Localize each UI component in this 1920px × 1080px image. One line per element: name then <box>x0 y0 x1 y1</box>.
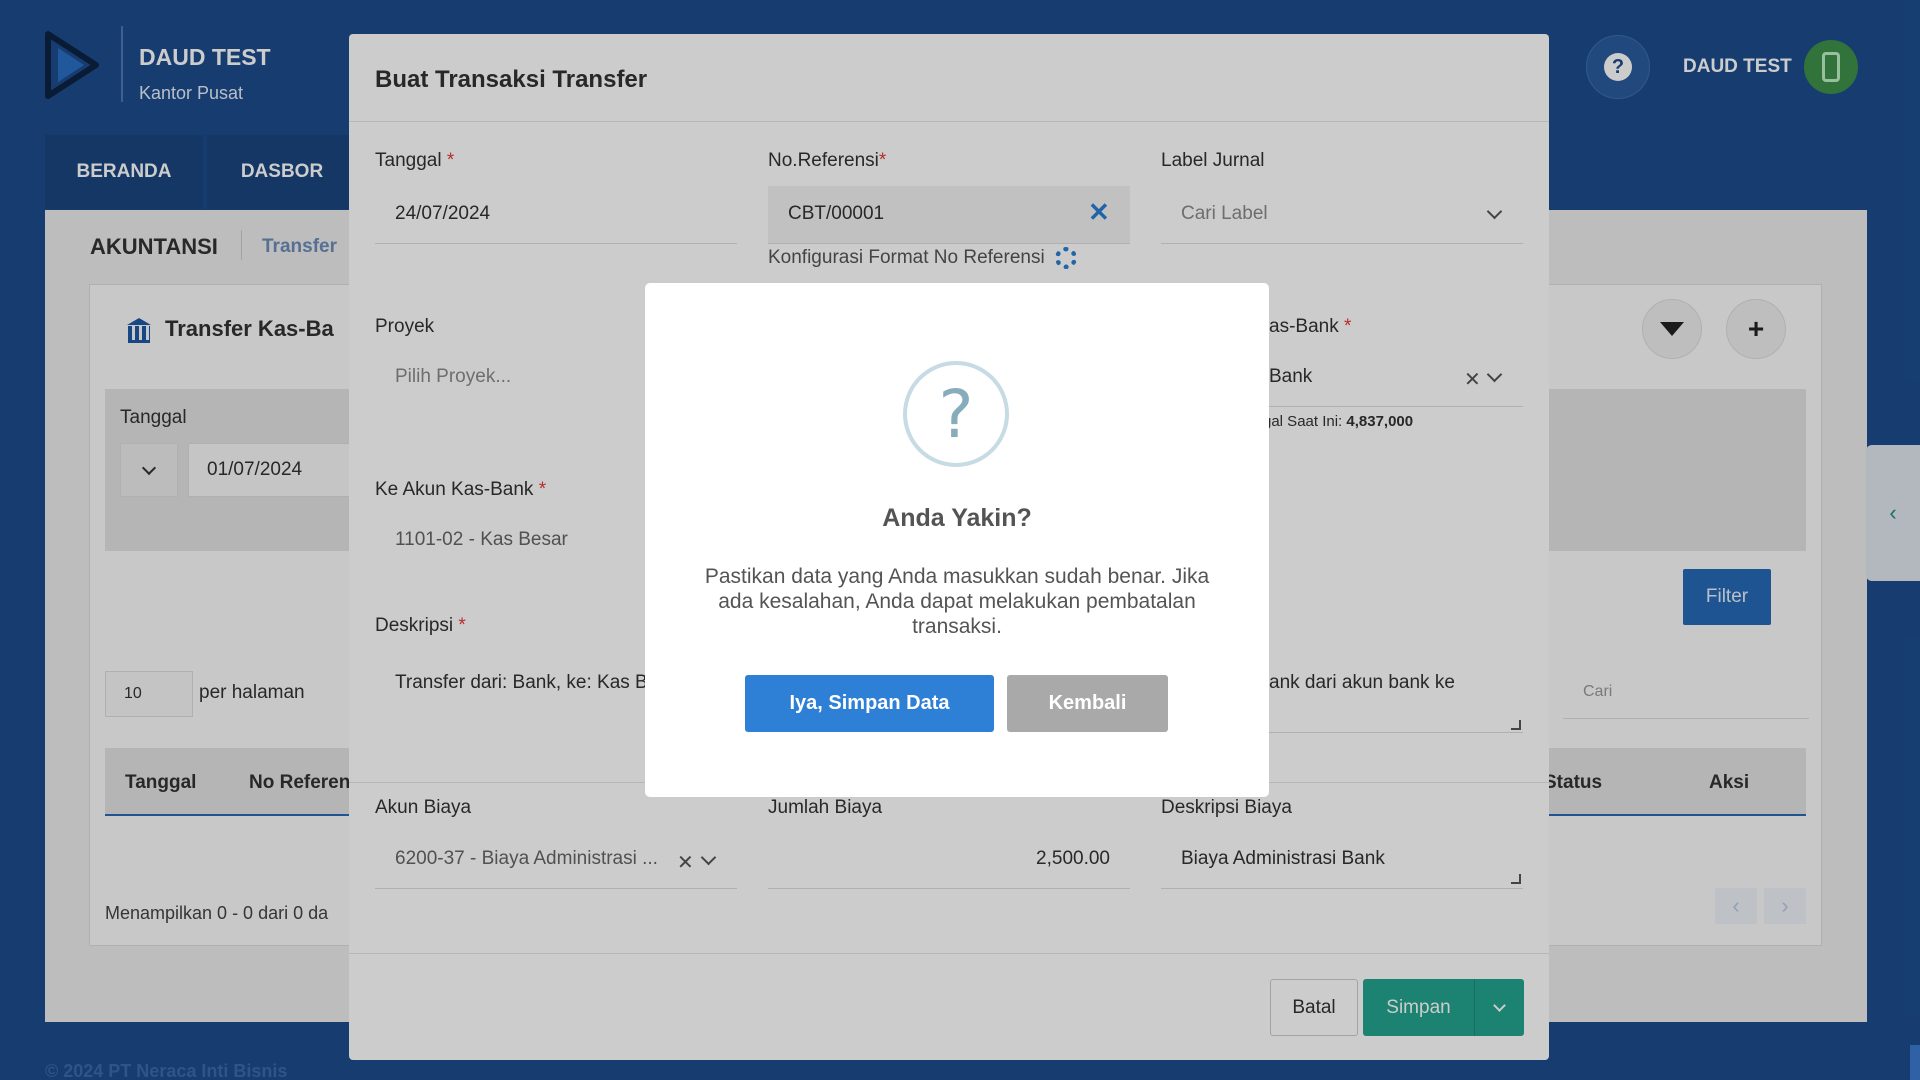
confirm-cancel-button[interactable]: Kembali <box>1007 675 1168 732</box>
confirm-text: Pastikan data yang Anda masukkan sudah b… <box>704 565 1210 638</box>
confirm-save-button[interactable]: Iya, Simpan Data <box>745 675 994 732</box>
question-icon: ? <box>903 361 1009 467</box>
confirm-title: Anda Yakin? <box>882 504 1032 532</box>
